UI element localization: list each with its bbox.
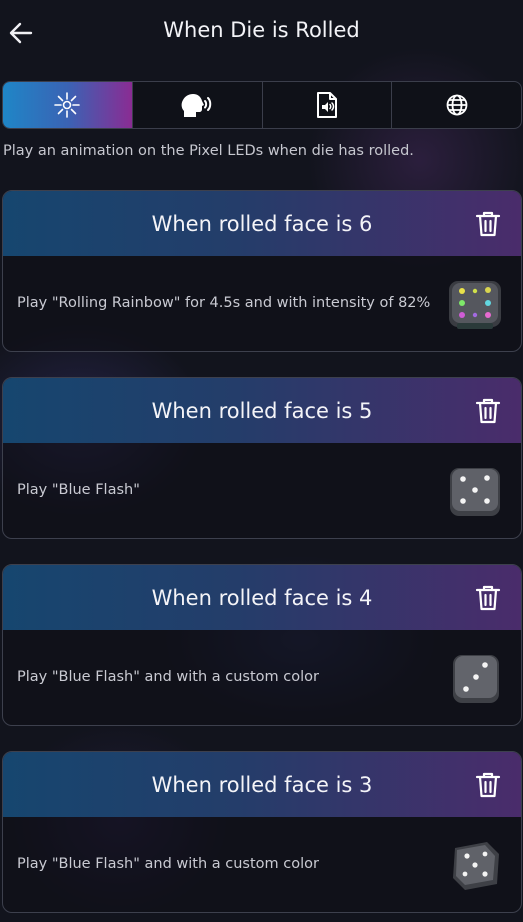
top-bar: When Die is Rolled (0, 0, 523, 66)
action-type-tabs (2, 81, 522, 129)
page-title: When Die is Rolled (163, 18, 360, 42)
die-preview-image (450, 468, 500, 516)
tab-speak[interactable] (131, 82, 262, 128)
tab-led-animation[interactable] (3, 82, 132, 128)
rule-description: Play "Blue Flash" and with a custom colo… (17, 668, 319, 685)
sparkle-icon (54, 92, 81, 118)
rules-description: Play an animation on the Pixel LEDs when… (3, 143, 414, 159)
trash-icon[interactable] (475, 210, 501, 238)
rule-description: Play "Blue Flash" (17, 481, 140, 498)
trash-icon[interactable] (475, 584, 501, 612)
rule-card[interactable]: When rolled face is 4 Play "Blue Flash" … (2, 564, 522, 726)
rule-card[interactable]: When rolled face is 3 Play "Blue Flash" … (2, 751, 522, 913)
die-preview-image (453, 655, 499, 703)
rule-card-header: When rolled face is 6 (3, 191, 521, 256)
globe-icon (446, 94, 468, 116)
rule-title: When rolled face is 3 (151, 772, 373, 797)
rule-card-header: When rolled face is 5 (3, 378, 521, 443)
die-preview-image (449, 281, 501, 329)
audio-file-icon (316, 92, 337, 118)
rule-card[interactable]: When rolled face is 6 Play "Rolling Rain… (2, 190, 522, 352)
trash-icon[interactable] (475, 771, 501, 799)
tab-audio[interactable] (261, 82, 392, 128)
rule-description: Play "Blue Flash" and with a custom colo… (17, 855, 319, 872)
rule-title: When rolled face is 4 (151, 585, 373, 610)
speaking-head-icon (181, 94, 212, 117)
rule-title: When rolled face is 6 (151, 211, 373, 236)
rule-description: Play "Rolling Rainbow" for 4.5s and with… (17, 294, 431, 311)
tab-web[interactable] (391, 82, 521, 128)
rule-card-header: When rolled face is 3 (3, 752, 521, 817)
rule-title: When rolled face is 5 (151, 398, 373, 423)
rule-card[interactable]: When rolled face is 5 Play "Blue Flash" (2, 377, 522, 539)
trash-icon[interactable] (475, 397, 501, 425)
die-preview-image (453, 842, 499, 890)
rule-card-header: When rolled face is 4 (3, 565, 521, 630)
